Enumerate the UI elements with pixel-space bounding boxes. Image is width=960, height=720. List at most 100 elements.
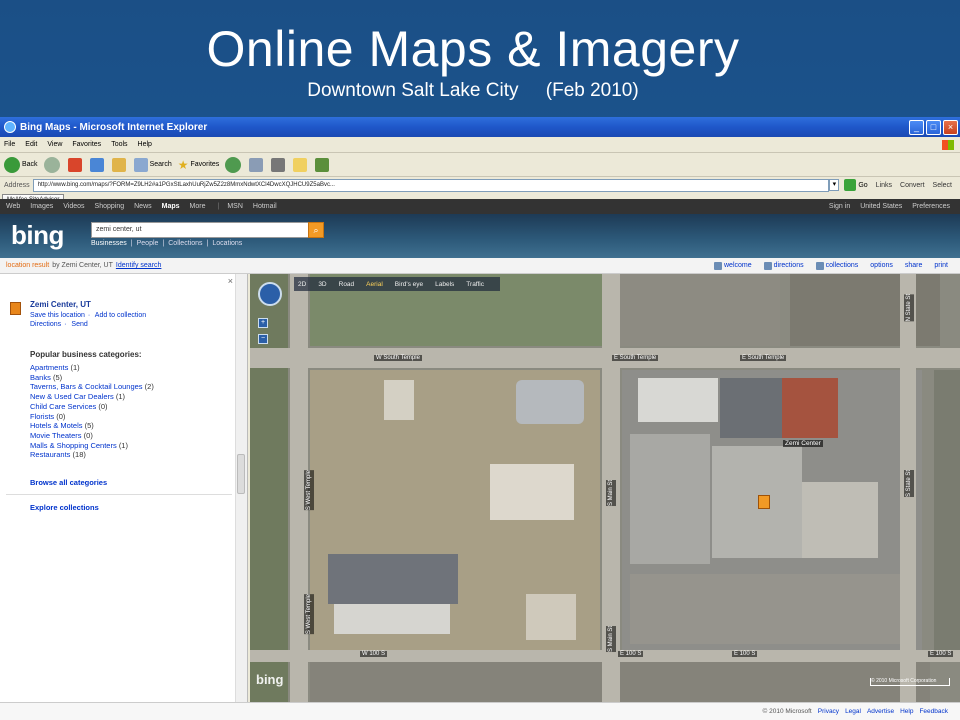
zoom-in-button[interactable]: +: [258, 318, 268, 328]
print-map-button[interactable]: print: [934, 262, 948, 270]
zoom-out-button[interactable]: −: [258, 334, 268, 344]
search-input[interactable]: zemi center, ut: [91, 222, 309, 238]
nav-hotmail[interactable]: Hotmail: [253, 203, 277, 210]
mode-2d[interactable]: 2D: [298, 281, 306, 288]
nav-maps[interactable]: Maps: [162, 203, 180, 210]
messenger-button[interactable]: [315, 157, 331, 172]
print-button[interactable]: [271, 157, 287, 172]
nav-news[interactable]: News: [134, 203, 152, 210]
preferences-link[interactable]: Preferences: [912, 203, 950, 210]
nav-web[interactable]: Web: [6, 203, 20, 210]
mode-birdseye[interactable]: Bird's eye: [395, 281, 423, 288]
category-count: (0): [98, 401, 108, 411]
nav-right: Sign in United States Preferences: [829, 203, 960, 210]
identify-search-link[interactable]: Identify search: [116, 262, 162, 269]
category-name: Hotels & Motels: [30, 421, 83, 431]
maximize-button[interactable]: □: [926, 119, 941, 135]
search-submit-icon[interactable]: ⌕: [308, 222, 324, 238]
list-item[interactable]: Apartments (1): [30, 363, 154, 373]
welcome-button[interactable]: welcome: [714, 261, 752, 270]
home-button[interactable]: [111, 157, 128, 172]
save-location-link[interactable]: Save this location: [30, 312, 85, 319]
slide-title: Online Maps & Imagery: [206, 21, 740, 77]
mode-aerial[interactable]: Aerial: [366, 281, 383, 288]
aerial-map[interactable]: W South Temple E South Temple E South Te…: [250, 274, 960, 702]
menu-tools[interactable]: Tools: [111, 141, 127, 148]
footer-legal-link[interactable]: Legal: [845, 708, 861, 715]
menu-file[interactable]: File: [4, 141, 15, 148]
list-item[interactable]: Malls & Shopping Centers (1): [30, 441, 154, 451]
mode-labels[interactable]: Labels: [435, 281, 454, 288]
convert-button[interactable]: Convert: [900, 182, 925, 189]
directions-button[interactable]: directions: [763, 261, 804, 270]
browse-all-categories-link[interactable]: Browse all categories: [30, 478, 107, 487]
explore-collections-link[interactable]: Explore collections: [30, 503, 99, 512]
select-button[interactable]: Select: [933, 182, 952, 189]
history-button[interactable]: [225, 156, 243, 173]
bing-logo[interactable]: bing: [11, 220, 64, 251]
list-item[interactable]: Restaurants (18): [30, 450, 154, 460]
map-building: [490, 464, 574, 520]
scope-locations[interactable]: Locations: [212, 240, 242, 247]
list-item[interactable]: Movie Theaters (0): [30, 431, 154, 441]
scope-separator: |: [130, 240, 133, 247]
directions-link[interactable]: Directions: [30, 321, 61, 328]
forward-button[interactable]: [43, 156, 62, 173]
add-to-collection-link[interactable]: Add to collection: [95, 312, 146, 319]
scope-people[interactable]: People: [137, 240, 159, 247]
sign-in-link[interactable]: Sign in: [829, 203, 850, 210]
scope-collections[interactable]: Collections: [168, 240, 202, 247]
nav-more[interactable]: More: [190, 203, 206, 210]
nav-videos[interactable]: Videos: [63, 203, 84, 210]
favorites-button[interactable]: ★ Favorites: [178, 158, 220, 172]
nav-images[interactable]: Images: [30, 203, 53, 210]
footer-copyright: © 2010 Microsoft: [762, 708, 812, 715]
search-button[interactable]: Search: [133, 157, 172, 172]
scope-businesses[interactable]: Businesses: [91, 240, 127, 247]
folder-button[interactable]: [293, 157, 309, 172]
back-button[interactable]: Back: [4, 156, 38, 173]
region-link[interactable]: United States: [860, 203, 902, 210]
list-item[interactable]: Florists (0): [30, 412, 154, 422]
collections-button[interactable]: collections: [815, 261, 858, 270]
list-item[interactable]: Child Care Services (0): [30, 402, 154, 412]
window-titlebar[interactable]: Bing Maps - Microsoft Internet Explorer …: [0, 117, 960, 137]
stop-button[interactable]: [67, 157, 84, 172]
mode-road[interactable]: Road: [339, 281, 355, 288]
mail-button[interactable]: [249, 157, 265, 172]
list-item[interactable]: Taverns, Bars & Cocktail Lounges (2): [30, 382, 154, 392]
address-input[interactable]: http://www.bing.com/maps/?FORM=Z9LH2#a1P…: [32, 178, 830, 192]
go-button[interactable]: Go: [844, 179, 868, 191]
close-pane-icon[interactable]: ×: [228, 276, 233, 286]
refresh-button[interactable]: [89, 157, 106, 172]
map-compass-icon[interactable]: [258, 282, 282, 306]
map-building: [802, 482, 878, 558]
scrollbar-thumb[interactable]: [237, 454, 245, 494]
pane-scrollbar[interactable]: [235, 274, 247, 702]
nav-shopping[interactable]: Shopping: [95, 203, 125, 210]
bing-header: bing zemi center, ut ⌕ Businesses | Peop…: [0, 214, 960, 258]
menu-help[interactable]: Help: [138, 141, 152, 148]
footer-advertise-link[interactable]: Advertise: [867, 708, 894, 715]
nav-msn[interactable]: MSN: [227, 203, 243, 210]
menu-edit[interactable]: Edit: [25, 141, 37, 148]
location-marker-icon[interactable]: [758, 495, 770, 509]
list-item[interactable]: Hotels & Motels (5): [30, 421, 154, 431]
address-dropdown-button[interactable]: ▾: [829, 179, 840, 191]
footer-privacy-link[interactable]: Privacy: [818, 708, 839, 715]
list-item[interactable]: New & Used Car Dealers (1): [30, 392, 154, 402]
mode-traffic[interactable]: Traffic: [466, 281, 484, 288]
footer-help-link[interactable]: Help: [900, 708, 913, 715]
options-button[interactable]: options: [870, 262, 893, 270]
footer-feedback-link[interactable]: Feedback: [919, 708, 948, 715]
share-button[interactable]: share: [905, 262, 923, 270]
close-window-button[interactable]: ×: [943, 119, 958, 135]
mode-3d[interactable]: 3D: [318, 281, 326, 288]
links-label[interactable]: Links: [876, 182, 892, 189]
result-title[interactable]: Zemi Center, UT: [30, 300, 91, 309]
menu-favorites[interactable]: Favorites: [72, 141, 101, 148]
minimize-button[interactable]: _: [909, 119, 924, 135]
list-item[interactable]: Banks (5): [30, 373, 154, 383]
menu-view[interactable]: View: [47, 141, 62, 148]
send-link[interactable]: Send: [71, 321, 87, 328]
